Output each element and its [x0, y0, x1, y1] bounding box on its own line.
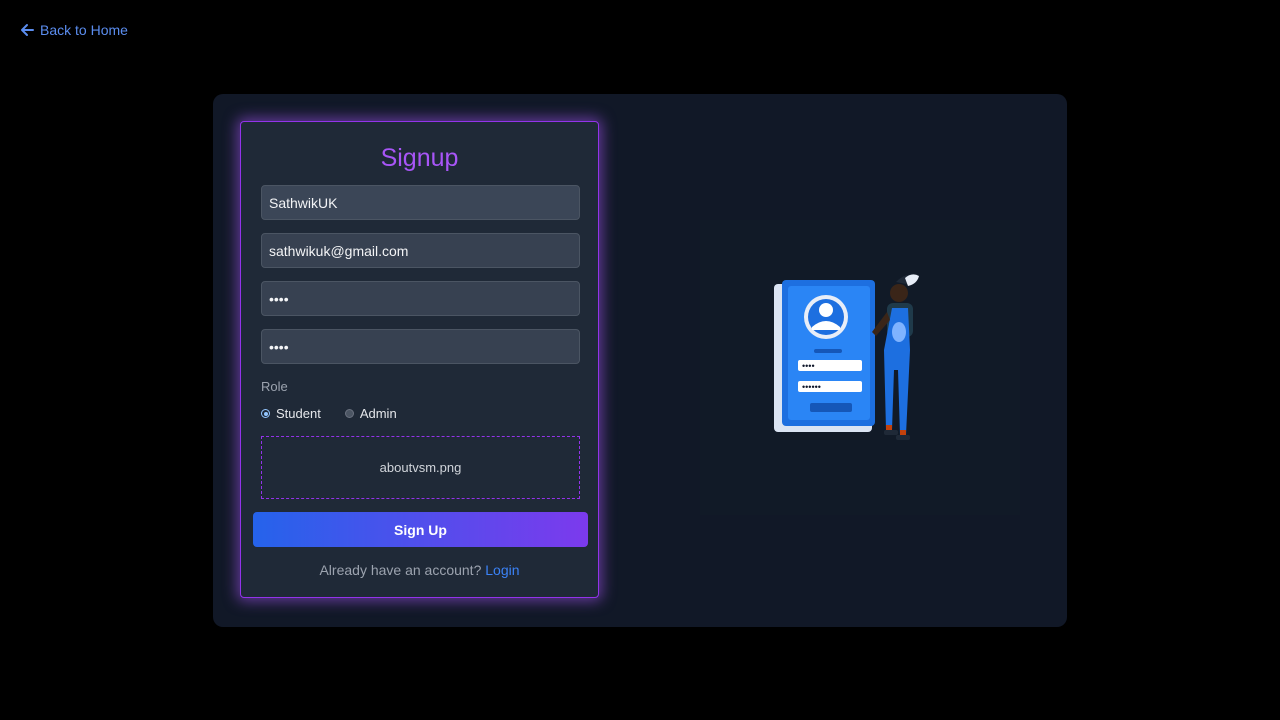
- login-prompt: Already have an account?: [319, 562, 482, 578]
- back-to-home-link[interactable]: Back to Home: [20, 22, 128, 38]
- sign-up-button[interactable]: Sign Up: [253, 512, 588, 547]
- back-to-home-label: Back to Home: [40, 22, 128, 38]
- role-radio-group: Student Admin: [261, 406, 415, 421]
- person-head: [890, 284, 908, 302]
- uploaded-file-name: aboutvsm.png: [379, 460, 462, 475]
- signup-illustration: •••• ••••••: [700, 220, 1020, 515]
- page-title: Signup: [380, 144, 459, 172]
- admin-label: Admin: [359, 406, 397, 421]
- role-option-student[interactable]: Student: [261, 406, 321, 421]
- signup-illustration-svg: •••• ••••••: [774, 274, 919, 440]
- person-shoe-1: [884, 430, 898, 435]
- password-input[interactable]: [261, 281, 580, 316]
- name-bar: [814, 349, 842, 353]
- admin-radio[interactable]: [344, 409, 354, 418]
- student-radio[interactable]: [261, 409, 270, 418]
- username-input[interactable]: [261, 185, 580, 220]
- file-upload-dropzone[interactable]: aboutvsm.png: [261, 436, 580, 499]
- arrow-left-icon: [21, 24, 34, 36]
- email-input[interactable]: [261, 233, 580, 268]
- role-label: Role: [261, 379, 288, 394]
- person-backpack: [892, 322, 906, 342]
- illus-mask-1: ••••: [802, 361, 815, 371]
- person-sock-1: [886, 425, 892, 430]
- login-link[interactable]: Login: [485, 562, 519, 578]
- avatar-head: [819, 303, 833, 317]
- login-prompt-row: Already have an account? Login: [241, 562, 598, 578]
- confirm-password-input[interactable]: [261, 329, 580, 364]
- student-label: Student: [276, 406, 321, 421]
- role-option-admin[interactable]: Admin: [344, 406, 397, 421]
- person-sock-2: [900, 430, 906, 435]
- person-shoe-2: [896, 435, 910, 440]
- illus-mask-2: ••••••: [802, 382, 821, 392]
- signup-card: Signup Role Student Admin aboutvsm.png S…: [240, 121, 599, 598]
- illus-button: [810, 403, 852, 412]
